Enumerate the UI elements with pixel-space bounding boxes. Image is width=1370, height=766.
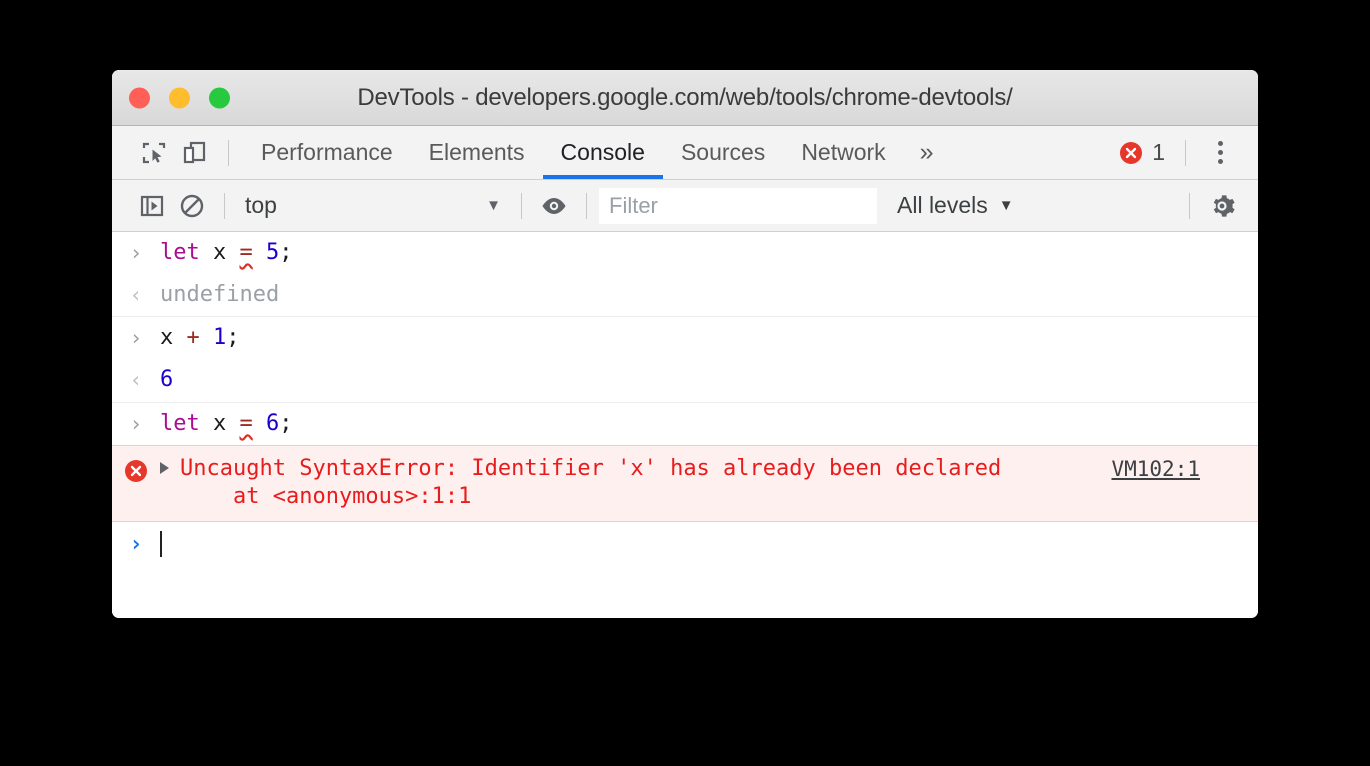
minimize-button[interactable] bbox=[169, 87, 190, 108]
clear-console-icon[interactable] bbox=[172, 186, 212, 226]
prompt-arrow-glyph: › bbox=[129, 531, 143, 557]
error-source-link[interactable]: VM102:1 bbox=[1111, 457, 1200, 481]
tab-sources-label: Sources bbox=[680, 139, 766, 165]
console-input-expression: let x = 5; bbox=[160, 239, 293, 267]
console-toolbar: top ▼ All levels ▼ bbox=[112, 180, 1258, 232]
window-titlebar: DevTools - developers.google.com/web/too… bbox=[112, 70, 1258, 126]
input-marker-icon: › bbox=[112, 324, 160, 350]
token-operator: = bbox=[239, 240, 253, 265]
console-message-list[interactable]: › let x = 5; ‹ undefined › x + 1; ‹ 6 › … bbox=[112, 232, 1258, 618]
output-marker-icon: ‹ bbox=[112, 281, 160, 307]
console-toolbar-divider-4 bbox=[1189, 192, 1190, 219]
token-semicolon: ; bbox=[279, 410, 293, 436]
error-message-line-1: Uncaught SyntaxError: Identifier 'x' has… bbox=[180, 455, 1002, 481]
token-identifier: x bbox=[213, 240, 227, 265]
console-output-row[interactable]: ‹ 6 bbox=[112, 359, 1258, 401]
tab-elements[interactable]: Elements bbox=[411, 126, 543, 179]
console-toolbar-right-group bbox=[1177, 186, 1258, 226]
console-input-row[interactable]: › x + 1; bbox=[112, 316, 1258, 359]
tab-network[interactable]: Network bbox=[783, 126, 903, 179]
output-arrow-glyph: ‹ bbox=[129, 283, 143, 308]
error-text-block: Uncaught SyntaxError: Identifier 'x' has… bbox=[180, 455, 1001, 510]
traffic-lights bbox=[129, 87, 230, 108]
execution-context-selector[interactable]: top ▼ bbox=[237, 192, 509, 219]
chevron-down-icon: ▼ bbox=[486, 197, 501, 214]
tab-performance-label: Performance bbox=[261, 139, 393, 165]
tab-performance[interactable]: Performance bbox=[243, 126, 411, 179]
token-number: 6 bbox=[266, 410, 280, 436]
tabbar-right-group: 1 bbox=[1113, 133, 1258, 173]
input-arrow-glyph: › bbox=[129, 411, 143, 436]
prompt-marker-icon: › bbox=[112, 532, 160, 557]
console-error-row[interactable]: Uncaught SyntaxError: Identifier 'x' has… bbox=[112, 444, 1258, 523]
token-semicolon: ; bbox=[279, 240, 293, 265]
filter-input[interactable] bbox=[599, 187, 877, 224]
error-circle-icon bbox=[1120, 141, 1143, 164]
log-levels-selector[interactable]: All levels ▼ bbox=[897, 192, 1014, 219]
console-input-expression: let x = 6; bbox=[160, 410, 293, 438]
console-input-expression: x + 1; bbox=[160, 324, 240, 352]
console-input-row[interactable]: › let x = 5; bbox=[112, 232, 1258, 274]
text-caret bbox=[160, 531, 162, 558]
console-prompt-row[interactable]: › bbox=[112, 522, 1258, 566]
token-number: 1 bbox=[213, 325, 227, 351]
device-toolbar-icon[interactable] bbox=[174, 133, 214, 173]
token-keyword: let bbox=[160, 240, 200, 265]
input-arrow-glyph: › bbox=[129, 326, 143, 351]
execution-context-value: top bbox=[245, 192, 277, 218]
console-toolbar-divider-1 bbox=[224, 192, 225, 219]
more-tabs-chevron-icon[interactable]: » bbox=[904, 126, 950, 179]
console-input-row[interactable]: › let x = 6; bbox=[112, 401, 1258, 445]
token-identifier: x bbox=[160, 325, 174, 351]
panel-tabs: Performance Elements Console Sources Net… bbox=[243, 126, 950, 179]
input-marker-icon: › bbox=[112, 239, 160, 265]
input-marker-icon: › bbox=[112, 410, 160, 436]
console-toolbar-divider-2 bbox=[521, 192, 522, 219]
console-sidebar-toggle-icon[interactable] bbox=[132, 186, 172, 226]
token-number: 5 bbox=[266, 240, 280, 265]
output-arrow-glyph: ‹ bbox=[129, 368, 143, 393]
error-marker bbox=[112, 455, 160, 483]
input-arrow-glyph: › bbox=[129, 241, 143, 265]
tabbar-right-divider bbox=[1185, 139, 1186, 166]
console-output-value: undefined bbox=[160, 282, 280, 308]
tab-console[interactable]: Console bbox=[542, 126, 664, 179]
token-operator: + bbox=[186, 325, 200, 351]
live-expression-eye-icon[interactable] bbox=[534, 186, 574, 226]
tab-sources[interactable]: Sources bbox=[663, 126, 783, 179]
inspect-element-icon[interactable] bbox=[134, 133, 174, 173]
tab-console-label: Console bbox=[560, 139, 645, 165]
tab-network-label: Network bbox=[801, 139, 886, 165]
window-title: DevTools - developers.google.com/web/too… bbox=[357, 83, 1013, 111]
error-count-badge[interactable]: 1 bbox=[1113, 139, 1171, 166]
devtools-window: DevTools - developers.google.com/web/too… bbox=[112, 70, 1258, 618]
close-button[interactable] bbox=[129, 87, 150, 108]
console-toolbar-divider-3 bbox=[586, 192, 587, 219]
token-operator: = bbox=[239, 410, 253, 436]
console-output-row[interactable]: ‹ undefined bbox=[112, 274, 1258, 316]
error-count-label: 1 bbox=[1152, 139, 1165, 165]
log-levels-value: All levels bbox=[897, 192, 988, 218]
tabbar-divider bbox=[228, 139, 229, 166]
console-output-value: 6 bbox=[160, 367, 174, 393]
token-keyword: let bbox=[160, 410, 200, 436]
token-identifier: x bbox=[213, 410, 227, 436]
error-message-line-2: at <anonymous>:1:1 bbox=[180, 483, 472, 509]
gear-icon[interactable] bbox=[1202, 186, 1242, 226]
tab-elements-label: Elements bbox=[428, 139, 525, 165]
vertical-dots-icon[interactable] bbox=[1200, 133, 1240, 173]
zoom-button[interactable] bbox=[209, 87, 230, 108]
output-marker-icon: ‹ bbox=[112, 366, 160, 392]
error-expand-triangle-icon[interactable] bbox=[160, 455, 180, 474]
token-semicolon: ; bbox=[226, 325, 240, 351]
chevron-down-icon: ▼ bbox=[998, 197, 1014, 214]
console-prompt-input[interactable] bbox=[160, 531, 162, 558]
devtools-tabbar: Performance Elements Console Sources Net… bbox=[112, 126, 1258, 180]
error-circle-icon bbox=[125, 459, 147, 482]
